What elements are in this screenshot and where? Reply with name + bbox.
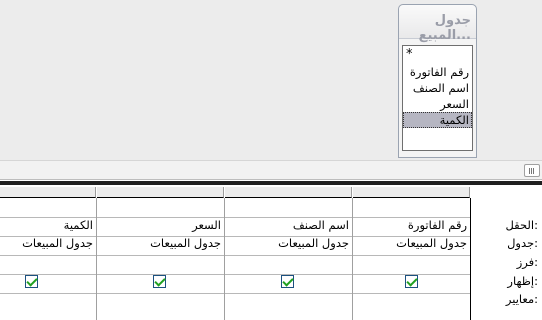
- cell-table[interactable]: جدول المبيعات: [353, 234, 470, 253]
- field-item-item-name[interactable]: اسم الصنف: [403, 80, 472, 96]
- field-item-invoice-number[interactable]: رقم الفاتورة: [403, 64, 472, 80]
- table-pane: جدول المبيع... * رقم الفاتورة اسم الصنف …: [0, 0, 542, 160]
- column-selector-1[interactable]: [353, 187, 470, 198]
- scrollbar-thumb[interactable]: [524, 164, 540, 177]
- cell-field[interactable]: رقم الفاتورة: [353, 216, 470, 235]
- cell-field[interactable]: الكمية: [0, 216, 96, 235]
- cell-sort[interactable]: [225, 253, 352, 272]
- row-label-table: جدول:: [507, 236, 538, 250]
- cell-criteria[interactable]: [225, 293, 352, 312]
- query-design-grid: الحقل: جدول: فرز: إظهار: معايير: رقم الف…: [0, 186, 542, 320]
- cell-sort[interactable]: [0, 253, 96, 272]
- row-label-field: الحقل:: [505, 218, 538, 232]
- cell-sort[interactable]: [353, 253, 470, 272]
- cell-criteria[interactable]: [97, 293, 224, 312]
- field-list[interactable]: * رقم الفاتورة اسم الصنف السعر الكمية: [402, 45, 473, 151]
- cell-table[interactable]: جدول المبيعات: [0, 234, 96, 253]
- cell-table[interactable]: جدول المبيعات: [97, 234, 224, 253]
- table-title[interactable]: جدول المبيع...: [399, 5, 476, 43]
- row-label-criteria: معايير:: [505, 292, 538, 306]
- horizontal-scrollbar[interactable]: [0, 160, 542, 180]
- field-item-price[interactable]: السعر: [403, 96, 472, 112]
- table-field-list-window[interactable]: جدول المبيع... * رقم الفاتورة اسم الصنف …: [398, 4, 477, 158]
- field-item-quantity[interactable]: الكمية: [403, 112, 472, 128]
- column-selector-3[interactable]: [97, 187, 224, 198]
- cell-sort[interactable]: [97, 253, 224, 272]
- cell-criteria[interactable]: [0, 293, 96, 312]
- show-checkbox[interactable]: [405, 275, 418, 288]
- field-item-all[interactable]: *: [403, 46, 472, 64]
- cell-table[interactable]: جدول المبيعات: [225, 234, 352, 253]
- row-divider: [0, 274, 470, 275]
- row-label-show: إظهار:: [507, 274, 538, 288]
- cell-field[interactable]: اسم الصنف: [225, 216, 352, 235]
- show-checkbox[interactable]: [153, 275, 166, 288]
- column-selector-2[interactable]: [225, 187, 352, 198]
- show-checkbox[interactable]: [25, 275, 38, 288]
- column-selector-4[interactable]: [0, 187, 96, 198]
- cell-criteria[interactable]: [353, 293, 470, 312]
- cell-field[interactable]: السعر: [97, 216, 224, 235]
- show-checkbox[interactable]: [281, 275, 294, 288]
- pane-splitter[interactable]: [0, 181, 542, 185]
- row-label-sort: فرز:: [516, 255, 538, 269]
